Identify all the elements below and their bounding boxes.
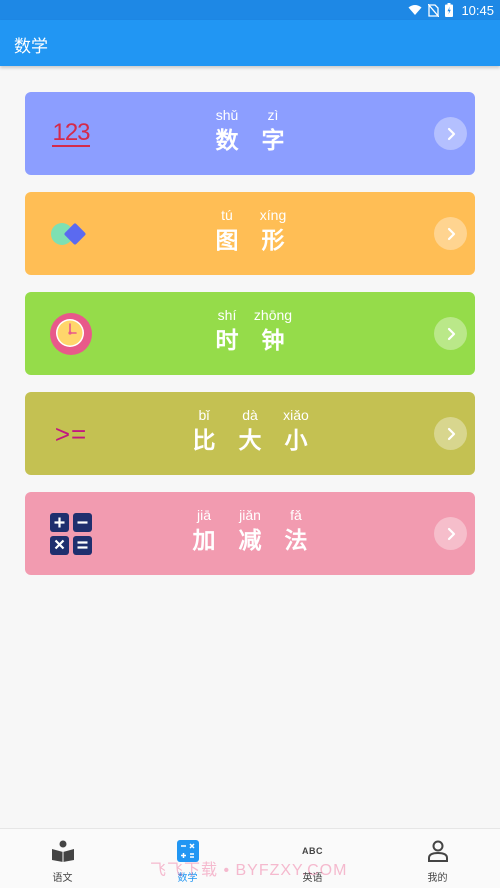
abc-icon-text: ABC — [302, 846, 323, 856]
card-numbers[interactable]: 123 shǔ 数 zì 字 — [25, 92, 475, 175]
card-title: tú 图 xíng 形 — [25, 206, 475, 258]
hanzi: 字 — [261, 128, 285, 154]
person-icon — [426, 839, 450, 863]
pinyin: fǎ — [290, 507, 302, 523]
nav-label: 语文 — [52, 873, 73, 884]
char-column: shǔ 数 — [215, 106, 239, 158]
char-column: xiǎo 小 — [283, 406, 309, 458]
pinyin: zì — [267, 107, 279, 123]
pinyin: jiā — [196, 507, 211, 523]
hanzi: 加 — [192, 528, 216, 554]
chevron-right-icon[interactable] — [434, 317, 467, 350]
pinyin: xiǎo — [283, 407, 309, 423]
card-title: shí 时 zhōng 钟 — [25, 306, 475, 358]
hanzi: 比 — [192, 428, 216, 454]
char-column: tú 图 — [215, 206, 239, 258]
char-column: dà 大 — [238, 406, 262, 458]
no-sim-icon — [428, 3, 440, 17]
book-icon — [51, 839, 75, 863]
pinyin: bǐ — [198, 407, 210, 423]
hanzi: 钟 — [261, 328, 285, 354]
char-column: jiǎn 减 — [238, 506, 262, 558]
pinyin: shí — [217, 307, 237, 323]
char-column: bǐ 比 — [192, 406, 216, 458]
card-shapes[interactable]: tú 图 xíng 形 — [25, 192, 475, 275]
watermark: 飞飞下载 • BYFZXY.COM — [150, 862, 348, 879]
card-arithmetic[interactable]: jiā 加 jiǎn 减 fǎ 法 — [25, 492, 475, 575]
status-icons: 10:45 — [408, 2, 494, 18]
card-compare[interactable]: >= bǐ 比 dà 大 xiǎo 小 — [25, 392, 475, 475]
hanzi: 数 — [215, 128, 239, 154]
status-bar: 10:45 — [0, 0, 500, 20]
chevron-right-icon[interactable] — [434, 417, 467, 450]
pinyin: jiǎn — [239, 507, 261, 523]
hanzi: 减 — [238, 528, 262, 554]
chevron-right-icon[interactable] — [434, 117, 467, 150]
chevron-right-icon[interactable] — [434, 217, 467, 250]
pinyin: tú — [221, 207, 233, 223]
pinyin: zhōng — [253, 307, 293, 323]
char-column: shí 时 — [215, 306, 239, 358]
pinyin: dà — [242, 407, 258, 423]
nav-item-profile[interactable]: 我的 — [375, 829, 500, 888]
hanzi: 形 — [261, 228, 285, 254]
page-title: 数学 — [14, 37, 48, 57]
char-column: xíng 形 — [259, 206, 287, 258]
battery-icon — [445, 3, 454, 17]
hanzi: 法 — [284, 528, 308, 554]
hanzi: 图 — [215, 228, 239, 254]
nav-item-chinese[interactable]: 语文 — [0, 829, 125, 888]
card-title: bǐ 比 dà 大 xiǎo 小 — [25, 406, 475, 458]
char-column: zhōng 钟 — [254, 306, 292, 358]
hanzi: 小 — [284, 428, 308, 454]
char-column: zì 字 — [261, 106, 285, 158]
card-clock[interactable]: shí 时 zhōng 钟 — [25, 292, 475, 375]
hanzi: 时 — [215, 328, 239, 354]
card-title: jiā 加 jiǎn 减 fǎ 法 — [25, 506, 475, 558]
wifi-icon — [408, 4, 422, 16]
card-title: shǔ 数 zì 字 — [25, 106, 475, 158]
pinyin: xíng — [259, 207, 287, 223]
status-time: 10:45 — [461, 2, 494, 18]
hanzi: 大 — [238, 428, 262, 454]
nav-label: 我的 — [427, 873, 448, 884]
char-column: fǎ 法 — [284, 506, 308, 558]
char-column: jiā 加 — [192, 506, 216, 558]
app-bar: 数学 — [0, 20, 500, 66]
pinyin: shǔ — [215, 107, 239, 123]
chevron-right-icon[interactable] — [434, 517, 467, 550]
